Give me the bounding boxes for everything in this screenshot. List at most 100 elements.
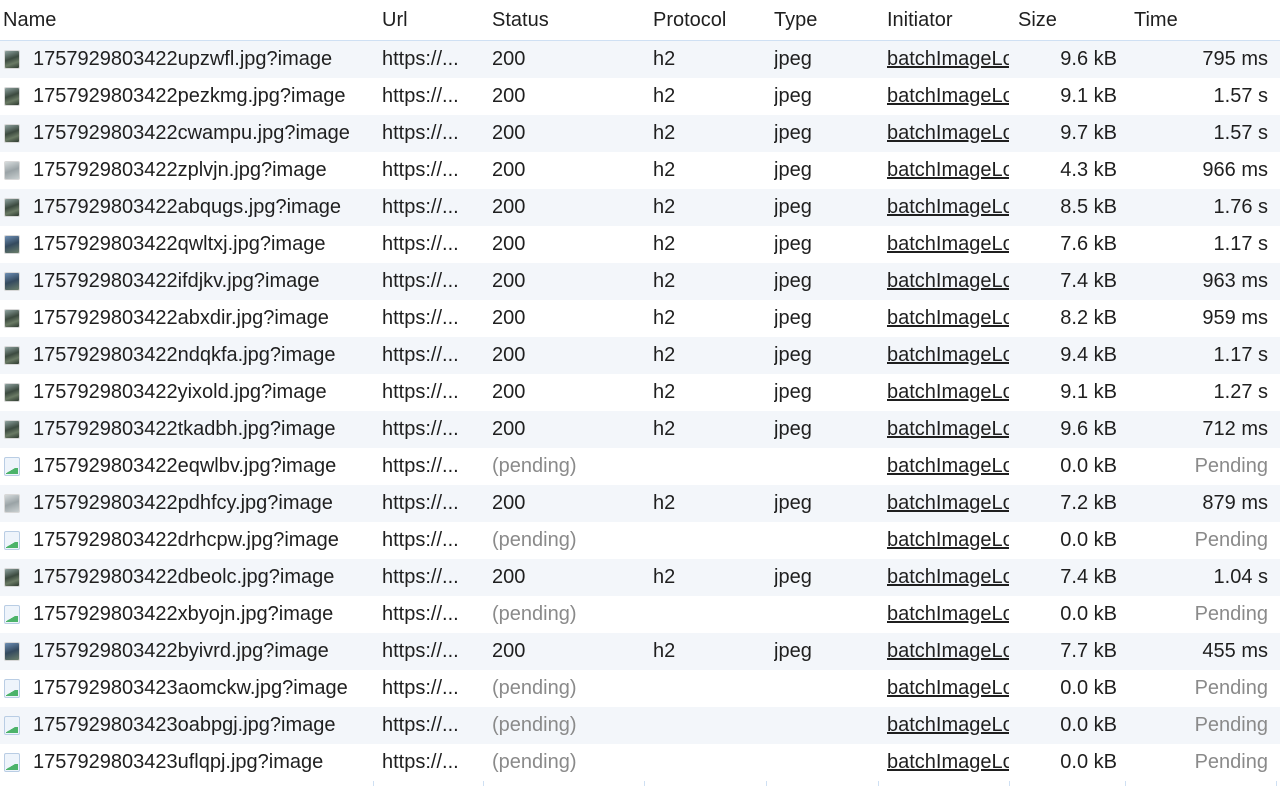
request-url-cell[interactable]: https://... [382,189,468,226]
table-row[interactable]: 1757929803422upzwfl.jpg?image https://...… [0,41,1280,78]
column-header-type[interactable]: Type [774,0,874,40]
request-protocol: h2 [653,233,676,255]
request-name-cell[interactable]: 1757929803422pezkmg.jpg?image [4,78,370,115]
initiator-link[interactable]: batchImageLoad [887,492,1009,515]
table-row[interactable]: 1757929803422dbeolc.jpg?image https://...… [0,559,1280,596]
initiator-link[interactable]: batchImageLoad [887,196,1009,219]
request-name-cell[interactable]: 1757929803422pdhfcy.jpg?image [4,485,370,522]
table-row[interactable]: 1757929803422ndqkfa.jpg?image https://...… [0,337,1280,374]
request-url-cell[interactable]: https://... [382,596,468,633]
request-url-cell[interactable]: https://... [382,263,468,300]
table-row[interactable]: 1757929803423aomckw.jpg?image https://...… [0,670,1280,707]
request-url-cell[interactable]: https://... [382,448,468,485]
request-name-cell[interactable]: 1757929803422zplvjn.jpg?image [4,152,370,189]
initiator-link[interactable]: batchImageLoad [887,418,1009,441]
column-header-protocol[interactable]: Protocol [653,0,763,40]
request-name-cell[interactable]: 1757929803423oabpgj.jpg?image [4,707,370,744]
request-status: 200 [492,418,526,440]
request-size: 0.0 kB [1060,603,1117,625]
request-name: 1757929803422ndqkfa.jpg?image [33,344,336,366]
initiator-link[interactable]: batchImageLoad [887,529,1009,552]
request-name-cell[interactable]: 1757929803422ndqkfa.jpg?image [4,337,370,374]
initiator-link[interactable]: batchImageLoad [887,381,1009,404]
request-protocol: h2 [653,640,676,662]
column-header-size[interactable]: Size [1018,0,1124,40]
request-url-cell[interactable]: https://... [382,633,468,670]
initiator-link[interactable]: batchImageLoad [887,714,1009,737]
request-name-cell[interactable]: 1757929803422ifdjkv.jpg?image [4,263,370,300]
request-url-cell[interactable]: https://... [382,300,468,337]
request-url-cell[interactable]: https://... [382,670,468,707]
table-row[interactable]: 1757929803422byivrd.jpg?image https://...… [0,633,1280,670]
request-name-cell[interactable]: 1757929803422qwltxj.jpg?image [4,226,370,263]
column-header-status[interactable]: Status [492,0,642,40]
table-row[interactable]: 1757929803422yixold.jpg?image https://...… [0,374,1280,411]
column-header-url[interactable]: Url [382,0,468,40]
initiator-link[interactable]: batchImageLoad [887,566,1009,589]
table-row[interactable]: 1757929803422zplvjn.jpg?image https://...… [0,152,1280,189]
table-row[interactable]: 1757929803422abxdir.jpg?image https://...… [0,300,1280,337]
request-name-cell[interactable]: 1757929803423uflqpj.jpg?image [4,744,370,781]
request-name-cell[interactable]: 1757929803422abxdir.jpg?image [4,300,370,337]
request-url-cell[interactable]: https://... [382,337,468,374]
table-row[interactable]: 1757929803422tkadbh.jpg?image https://...… [0,411,1280,448]
request-name-cell[interactable]: 1757929803422xbyojn.jpg?image [4,596,370,633]
table-row[interactable]: 1757929803422pdhfcy.jpg?image https://...… [0,485,1280,522]
column-header-name[interactable]: Name [3,0,369,40]
table-row[interactable]: 1757929803422drhcpw.jpg?image https://...… [0,522,1280,559]
request-url: https://... [382,566,459,588]
initiator-link[interactable]: batchImageLoad [887,233,1009,256]
request-url-cell[interactable]: https://... [382,78,468,115]
table-row[interactable]: 1757929803422abqugs.jpg?image https://...… [0,189,1280,226]
table-row[interactable]: 1757929803422ifdjkv.jpg?image https://...… [0,263,1280,300]
request-url-cell[interactable]: https://... [382,411,468,448]
request-name-cell[interactable]: 1757929803422dbeolc.jpg?image [4,559,370,596]
request-name-cell[interactable]: 1757929803423aomckw.jpg?image [4,670,370,707]
initiator-link[interactable]: batchImageLoad [887,122,1009,145]
request-url-cell[interactable]: https://... [382,226,468,263]
request-name-cell[interactable]: 1757929803422byivrd.jpg?image [4,633,370,670]
initiator-link[interactable]: batchImageLoad [887,270,1009,293]
request-protocol: h2 [653,48,676,70]
request-url: https://... [382,492,459,514]
initiator-link[interactable]: batchImageLoad [887,159,1009,182]
initiator-link[interactable]: batchImageLoad [887,751,1009,774]
table-row[interactable]: 1757929803422xbyojn.jpg?image https://...… [0,596,1280,633]
column-header-initiator[interactable]: Initiator [887,0,1009,40]
request-name-cell[interactable]: 1757929803422tkadbh.jpg?image [4,411,370,448]
request-name-cell[interactable]: 1757929803422drhcpw.jpg?image [4,522,370,559]
initiator-link[interactable]: batchImageLoad [887,307,1009,330]
table-row[interactable]: 1757929803422eqwlbv.jpg?image https://...… [0,448,1280,485]
request-url-cell[interactable]: https://... [382,41,468,78]
request-url-cell[interactable]: https://... [382,522,468,559]
request-name-cell[interactable]: 1757929803422cwampu.jpg?image [4,115,370,152]
initiator-link[interactable]: batchImageLoad [887,344,1009,367]
initiator-link[interactable]: batchImageLoad [887,48,1009,71]
request-url-cell[interactable]: https://... [382,707,468,744]
request-url-cell[interactable]: https://... [382,115,468,152]
request-url-cell[interactable]: https://... [382,744,468,781]
request-name-cell[interactable]: 1757929803422yixold.jpg?image [4,374,370,411]
request-url-cell[interactable]: https://... [382,374,468,411]
request-url-cell[interactable]: https://... [382,485,468,522]
initiator-link[interactable]: batchImageLoad [887,603,1009,626]
table-row[interactable]: 1757929803422qwltxj.jpg?image https://...… [0,226,1280,263]
request-name-cell[interactable]: 1757929803422upzwfl.jpg?image [4,41,370,78]
request-name-cell[interactable]: 1757929803422eqwlbv.jpg?image [4,448,370,485]
request-url-cell[interactable]: https://... [382,152,468,189]
table-row[interactable]: 1757929803423oabpgj.jpg?image https://...… [0,707,1280,744]
initiator-link[interactable]: batchImageLoad [887,85,1009,108]
request-url-cell[interactable]: https://... [382,559,468,596]
table-row[interactable]: 1757929803423uflqpj.jpg?image https://...… [0,744,1280,781]
request-url: https://... [382,529,459,551]
table-row[interactable]: 1757929803422pezkmg.jpg?image https://...… [0,78,1280,115]
initiator-link[interactable]: batchImageLoad [887,640,1009,663]
table-row[interactable]: 1757929803422cwampu.jpg?image https://...… [0,115,1280,152]
initiator-link[interactable]: batchImageLoad [887,455,1009,478]
request-name-cell[interactable]: 1757929803422abqugs.jpg?image [4,189,370,226]
request-size: 7.6 kB [1060,233,1117,255]
column-header-time[interactable]: Time [1134,0,1275,40]
initiator-link[interactable]: batchImageLoad [887,677,1009,700]
request-time: 1.17 s [1213,344,1268,366]
request-type: jpeg [774,159,812,181]
